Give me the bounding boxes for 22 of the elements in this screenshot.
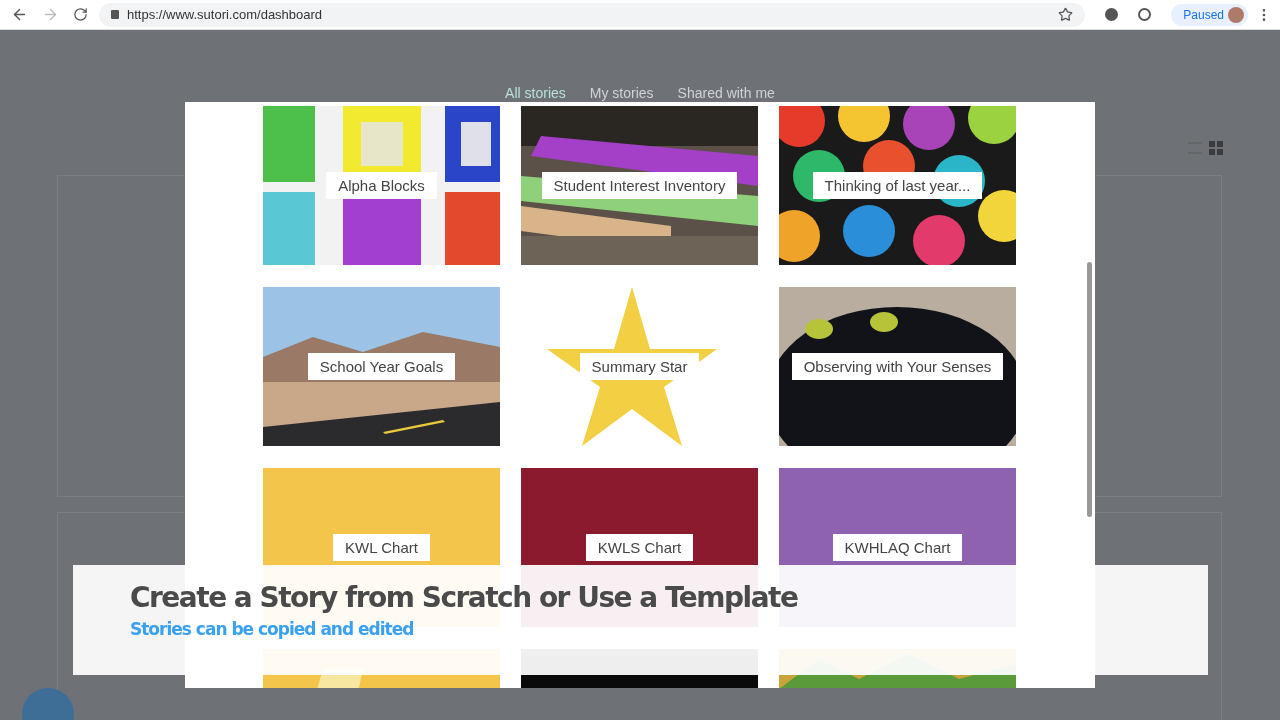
reload-icon[interactable] bbox=[73, 7, 88, 22]
extension-icon[interactable] bbox=[1105, 8, 1119, 21]
template-title[interactable]: KWLS Chart bbox=[585, 534, 694, 561]
caption-subtitle: Stories can be copied and edited bbox=[130, 618, 415, 641]
dashboard-tab[interactable]: All stories bbox=[505, 83, 566, 104]
scrollbar-thumb[interactable] bbox=[1087, 262, 1092, 517]
avatar-icon bbox=[1228, 6, 1244, 23]
address-bar[interactable]: https://www.sutori.com/dashboard bbox=[99, 2, 1086, 27]
back-icon[interactable] bbox=[11, 6, 28, 23]
template-title[interactable]: School Year Goals bbox=[307, 353, 456, 380]
url-text: https://www.sutori.com/dashboard bbox=[127, 5, 324, 24]
template-title[interactable]: Thinking of last year... bbox=[812, 172, 983, 199]
template-title[interactable]: Student Interest Inventory bbox=[541, 172, 738, 199]
template-title[interactable]: Observing with Your Senses bbox=[791, 353, 1004, 380]
caption-title: Create a Story from Scratch or Use a Template bbox=[130, 580, 799, 616]
profile-button[interactable]: Paused bbox=[1171, 3, 1248, 26]
template-title[interactable]: KWHLAQ Chart bbox=[832, 534, 963, 561]
star-icon[interactable] bbox=[1058, 7, 1074, 22]
template-title[interactable]: Summary Star bbox=[579, 353, 700, 380]
template-title[interactable]: Alpha Blocks bbox=[326, 172, 437, 199]
extension-icon[interactable] bbox=[1138, 8, 1152, 21]
template-title[interactable]: KWL Chart bbox=[333, 534, 430, 561]
